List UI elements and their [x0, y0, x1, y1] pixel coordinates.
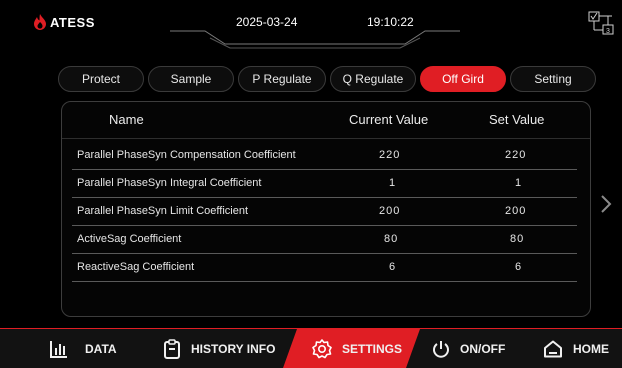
brand-name: ATESS [50, 14, 95, 30]
flame-logo-icon [34, 14, 46, 30]
column-header-set-value: Set Value [489, 112, 545, 127]
table-row: Parallel PhaseSyn Integral Coefficient 1… [72, 169, 577, 198]
row-current-value: 200 [379, 205, 401, 217]
header-divider-decoration [170, 30, 460, 49]
nav-on-off-label: ON/OFF [460, 341, 506, 356]
nav-on-off[interactable]: ON/OFF [432, 329, 505, 368]
tab-sample[interactable]: Sample [148, 66, 234, 92]
nav-home-label: HOME [573, 341, 609, 356]
tab-p-regulate[interactable]: P Regulate [238, 66, 326, 92]
row-current-value: 1 [389, 177, 397, 189]
nav-settings[interactable]: SETTINGS [312, 329, 402, 368]
table-row: ActiveSag Coefficient 80 80 [72, 225, 577, 254]
clipboard-icon [163, 338, 181, 359]
table-header: Name Current Value Set Value [62, 102, 590, 139]
system-diagram-icon[interactable]: 3 [588, 11, 614, 35]
gear-icon [312, 338, 332, 359]
svg-text:3: 3 [606, 28, 610, 35]
row-current-value: 220 [379, 149, 401, 161]
header-time: 19:10:22 [367, 15, 414, 29]
row-name: ReactiveSag Coefficient [77, 261, 195, 273]
nav-history-info[interactable]: HISTORY INFO [163, 329, 275, 368]
top-bar: ATESS 2025-03-24 19:10:22 3 [0, 0, 622, 50]
nav-data[interactable]: DATA [50, 329, 117, 368]
row-name: ActiveSag Coefficient [77, 233, 182, 245]
tab-bar: Protect Sample P Regulate Q Regulate Off… [58, 66, 596, 92]
row-name: Parallel PhaseSyn Limit Coefficient [77, 205, 248, 217]
column-header-current-value: Current Value [349, 112, 429, 127]
home-icon [543, 340, 563, 358]
power-icon [432, 340, 450, 358]
bottom-nav-bar: DATA HISTORY INFO SETTINGS ON/OFF HOME [0, 328, 622, 368]
nav-settings-label: SETTINGS [342, 341, 403, 356]
row-name: Parallel PhaseSyn Integral Coefficient [77, 177, 262, 189]
row-set-value[interactable]: 6 [515, 261, 522, 273]
row-current-value: 80 [384, 233, 399, 245]
tab-off-gird[interactable]: Off Gird [420, 66, 506, 92]
brand-logo: ATESS [33, 14, 95, 30]
table-row: Parallel PhaseSyn Limit Coefficient 200 … [72, 197, 577, 226]
row-set-value[interactable]: 1 [515, 177, 522, 189]
tab-protect[interactable]: Protect [58, 66, 144, 92]
nav-history-info-label: HISTORY INFO [191, 341, 276, 356]
column-header-name: Name [109, 112, 144, 127]
table-row: ReactiveSag Coefficient 6 6 [72, 253, 577, 282]
row-set-value[interactable]: 200 [505, 205, 526, 217]
nav-data-label: DATA [85, 341, 117, 356]
row-set-value[interactable]: 220 [505, 149, 526, 161]
table-row: Parallel PhaseSyn Compensation Coefficie… [72, 141, 577, 170]
row-current-value: 6 [389, 261, 397, 273]
parameters-table: Name Current Value Set Value Parallel Ph… [61, 101, 591, 317]
nav-home[interactable]: HOME [543, 329, 609, 368]
bar-chart-icon [50, 340, 68, 358]
header-date: 2025-03-24 [236, 15, 298, 29]
tab-setting[interactable]: Setting [510, 66, 596, 92]
tab-q-regulate[interactable]: Q Regulate [330, 66, 416, 92]
chevron-right-icon[interactable] [600, 194, 612, 214]
row-name: Parallel PhaseSyn Compensation Coefficie… [77, 149, 296, 161]
row-set-value[interactable]: 80 [510, 233, 524, 245]
